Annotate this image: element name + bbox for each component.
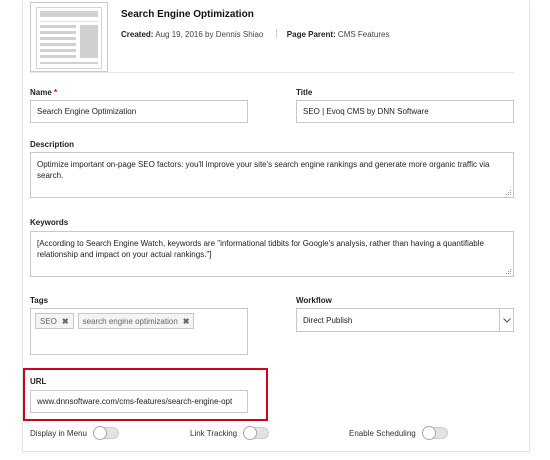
display-in-menu-row: Display in Menu [30,426,119,440]
link-tracking-row: Link Tracking [190,426,270,440]
toggle-knob [243,426,258,440]
enable-scheduling-label: Enable Scheduling [349,428,416,438]
description-text: Optimize important on-page SEO factors: … [37,160,490,180]
resize-grip-icon[interactable] [505,268,511,274]
link-tracking-toggle[interactable] [243,426,270,440]
workflow-label: Workflow [296,296,332,305]
description-textarea[interactable]: Optimize important on-page SEO factors: … [30,152,514,198]
created-value: Aug 19, 2016 by Dennis Shiao [155,30,264,39]
required-marker: * [54,88,58,97]
workflow-selected: Direct Publish [303,315,353,325]
page-title: Search Engine Optimization [121,9,254,20]
toggle-knob [92,426,107,440]
meta-divider [275,29,277,38]
link-tracking-label: Link Tracking [190,428,238,438]
name-label: Name * [30,88,57,97]
keywords-text: [According to Search Engine Watch, keywo… [37,239,484,259]
name-input[interactable]: Search Engine Optimization [30,100,248,123]
display-in-menu-label: Display in Menu [30,428,87,438]
header-divider [30,72,514,73]
tag-chip: search engine optimization ✖ [77,313,195,329]
close-icon[interactable]: ✖ [62,317,69,326]
chevron-down-icon[interactable] [499,309,513,331]
tag-label: search engine optimization [82,316,178,326]
close-icon[interactable]: ✖ [183,317,190,326]
toggle-knob [421,426,436,440]
page-meta: Created: Aug 19, 2016 by Dennis Shiao Pa… [121,29,390,39]
tag-label: SEO [40,316,57,326]
workflow-select[interactable]: Direct Publish [296,308,514,332]
keywords-textarea[interactable]: [According to Search Engine Watch, keywo… [30,231,514,277]
created-label: Created: [121,30,154,39]
keywords-label: Keywords [30,218,69,227]
url-input[interactable]: www.dnnsoftware.com/cms-features/search-… [30,390,248,413]
title-label: Title [296,88,313,97]
name-label-text: Name [30,88,52,97]
page-thumbnail-icon [30,2,108,72]
display-in-menu-toggle[interactable] [92,426,119,440]
title-input[interactable]: SEO | Evoq CMS by DNN Software [296,100,514,123]
tags-label: Tags [30,296,49,305]
enable-scheduling-toggle[interactable] [421,426,448,440]
url-label: URL [30,377,47,386]
page-parent-value: CMS Features [337,30,390,39]
page-parent-label: Page Parent: [286,30,336,39]
tag-chip: SEO ✖ [35,313,74,329]
description-label: Description [30,140,75,149]
resize-grip-icon[interactable] [505,189,511,195]
enable-scheduling-row: Enable Scheduling [349,426,448,440]
tags-input[interactable]: SEO ✖ search engine optimization ✖ [30,308,248,355]
